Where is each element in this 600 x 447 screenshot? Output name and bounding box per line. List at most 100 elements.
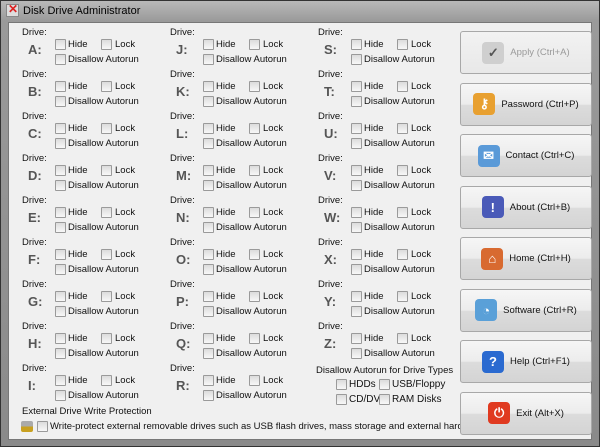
lock-checkbox[interactable] <box>397 123 408 134</box>
lock-checkbox[interactable] <box>101 81 112 92</box>
disallow-autorun-label: Disallow Autorun <box>68 390 139 401</box>
hide-checkbox[interactable] <box>203 249 214 260</box>
lock-checkbox[interactable] <box>249 123 260 134</box>
disallow-autorun-checkbox[interactable] <box>55 390 66 401</box>
hide-checkbox[interactable] <box>351 165 362 176</box>
apply-button[interactable]: ✓ Apply (Ctrl+A) <box>460 31 592 74</box>
disallow-autorun-checkbox[interactable] <box>351 306 362 317</box>
lock-checkbox[interactable] <box>397 165 408 176</box>
hide-checkbox[interactable] <box>55 249 66 260</box>
hide-checkbox[interactable] <box>55 207 66 218</box>
hide-checkbox[interactable] <box>203 291 214 302</box>
disallow-autorun-checkbox[interactable] <box>351 222 362 233</box>
hide-checkbox[interactable] <box>351 39 362 50</box>
lock-checkbox[interactable] <box>101 249 112 260</box>
drive-block: Drive: H: Hide Lock Disallow Autorun <box>22 321 162 363</box>
lock-checkbox[interactable] <box>249 375 260 386</box>
drive-block: Drive: O: Hide Lock Disallow Autorun <box>170 237 310 279</box>
hide-checkbox[interactable] <box>203 375 214 386</box>
drive-type-cddvd-checkbox[interactable] <box>336 394 347 405</box>
drive-type-ramdisks-checkbox[interactable] <box>379 394 390 405</box>
lock-checkbox[interactable] <box>397 249 408 260</box>
disallow-autorun-checkbox[interactable] <box>55 180 66 191</box>
hide-checkbox[interactable] <box>351 81 362 92</box>
drive-letter: Y: <box>324 294 337 309</box>
hide-checkbox[interactable] <box>55 375 66 386</box>
hide-checkbox[interactable] <box>351 123 362 134</box>
disallow-autorun-checkbox[interactable] <box>351 264 362 275</box>
hide-checkbox[interactable] <box>203 123 214 134</box>
lock-checkbox[interactable] <box>397 207 408 218</box>
drive-letter: L: <box>176 126 189 141</box>
drive-letter: C: <box>28 126 42 141</box>
lock-checkbox[interactable] <box>249 81 260 92</box>
hide-checkbox[interactable] <box>351 249 362 260</box>
hide-checkbox[interactable] <box>55 165 66 176</box>
lock-checkbox[interactable] <box>249 333 260 344</box>
password-button[interactable]: ⚷ Password (Ctrl+P) <box>460 82 592 126</box>
disallow-autorun-checkbox[interactable] <box>351 348 362 359</box>
hide-checkbox[interactable] <box>55 123 66 134</box>
lock-checkbox[interactable] <box>101 165 112 176</box>
hide-checkbox[interactable] <box>55 81 66 92</box>
drive-type-usbfloppy-checkbox[interactable] <box>379 379 390 390</box>
lock-checkbox[interactable] <box>397 291 408 302</box>
hide-checkbox[interactable] <box>203 81 214 92</box>
disallow-autorun-checkbox[interactable] <box>351 180 362 191</box>
disallow-autorun-checkbox[interactable] <box>55 264 66 275</box>
about-button[interactable]: ! About (Ctrl+B) <box>460 185 592 229</box>
disallow-autorun-checkbox[interactable] <box>203 264 214 275</box>
disallow-autorun-checkbox[interactable] <box>55 54 66 65</box>
disallow-autorun-checkbox[interactable] <box>203 222 214 233</box>
disallow-autorun-checkbox[interactable] <box>203 96 214 107</box>
home-button[interactable]: ⌂ Home (Ctrl+H) <box>460 237 592 280</box>
lock-checkbox[interactable] <box>101 375 112 386</box>
hide-checkbox[interactable] <box>203 207 214 218</box>
disallow-autorun-checkbox[interactable] <box>55 138 66 149</box>
hide-checkbox[interactable] <box>203 39 214 50</box>
disallow-autorun-checkbox[interactable] <box>203 348 214 359</box>
hide-checkbox[interactable] <box>203 333 214 344</box>
hide-label: Hide <box>68 333 88 344</box>
lock-checkbox[interactable] <box>249 165 260 176</box>
disallow-autorun-checkbox[interactable] <box>55 348 66 359</box>
lock-checkbox[interactable] <box>249 249 260 260</box>
hide-checkbox[interactable] <box>351 207 362 218</box>
lock-checkbox[interactable] <box>397 39 408 50</box>
disallow-autorun-checkbox[interactable] <box>351 54 362 65</box>
lock-checkbox[interactable] <box>101 123 112 134</box>
lock-checkbox[interactable] <box>101 291 112 302</box>
hide-label: Hide <box>364 291 384 302</box>
lock-checkbox[interactable] <box>249 291 260 302</box>
contact-button[interactable]: ✉ Contact (Ctrl+C) <box>460 134 592 177</box>
disallow-autorun-checkbox[interactable] <box>351 96 362 107</box>
lock-checkbox[interactable] <box>249 39 260 50</box>
help-button[interactable]: ? Help (Ctrl+F1) <box>460 340 592 383</box>
disallow-autorun-checkbox[interactable] <box>55 96 66 107</box>
lock-checkbox[interactable] <box>101 39 112 50</box>
disallow-autorun-checkbox[interactable] <box>55 222 66 233</box>
disallow-autorun-checkbox[interactable] <box>55 306 66 317</box>
hide-checkbox[interactable] <box>55 333 66 344</box>
disallow-autorun-checkbox[interactable] <box>203 180 214 191</box>
disallow-autorun-checkbox[interactable] <box>203 54 214 65</box>
hide-checkbox[interactable] <box>203 165 214 176</box>
lock-checkbox[interactable] <box>101 207 112 218</box>
hide-checkbox[interactable] <box>351 291 362 302</box>
drive-type-hdds-checkbox[interactable] <box>336 379 347 390</box>
disallow-autorun-checkbox[interactable] <box>203 390 214 401</box>
drive-letter: X: <box>324 252 337 267</box>
lock-checkbox[interactable] <box>397 81 408 92</box>
lock-checkbox[interactable] <box>101 333 112 344</box>
exit-button[interactable]: ⏻ Exit (Alt+X) <box>460 391 592 435</box>
lock-checkbox[interactable] <box>397 333 408 344</box>
write-protect-checkbox[interactable] <box>37 421 48 432</box>
disallow-autorun-checkbox[interactable] <box>203 306 214 317</box>
software-button[interactable]: ◔ Software (Ctrl+R) <box>460 288 592 332</box>
disallow-autorun-checkbox[interactable] <box>351 138 362 149</box>
hide-checkbox[interactable] <box>55 291 66 302</box>
disallow-autorun-checkbox[interactable] <box>203 138 214 149</box>
lock-checkbox[interactable] <box>249 207 260 218</box>
hide-checkbox[interactable] <box>55 39 66 50</box>
hide-checkbox[interactable] <box>351 333 362 344</box>
